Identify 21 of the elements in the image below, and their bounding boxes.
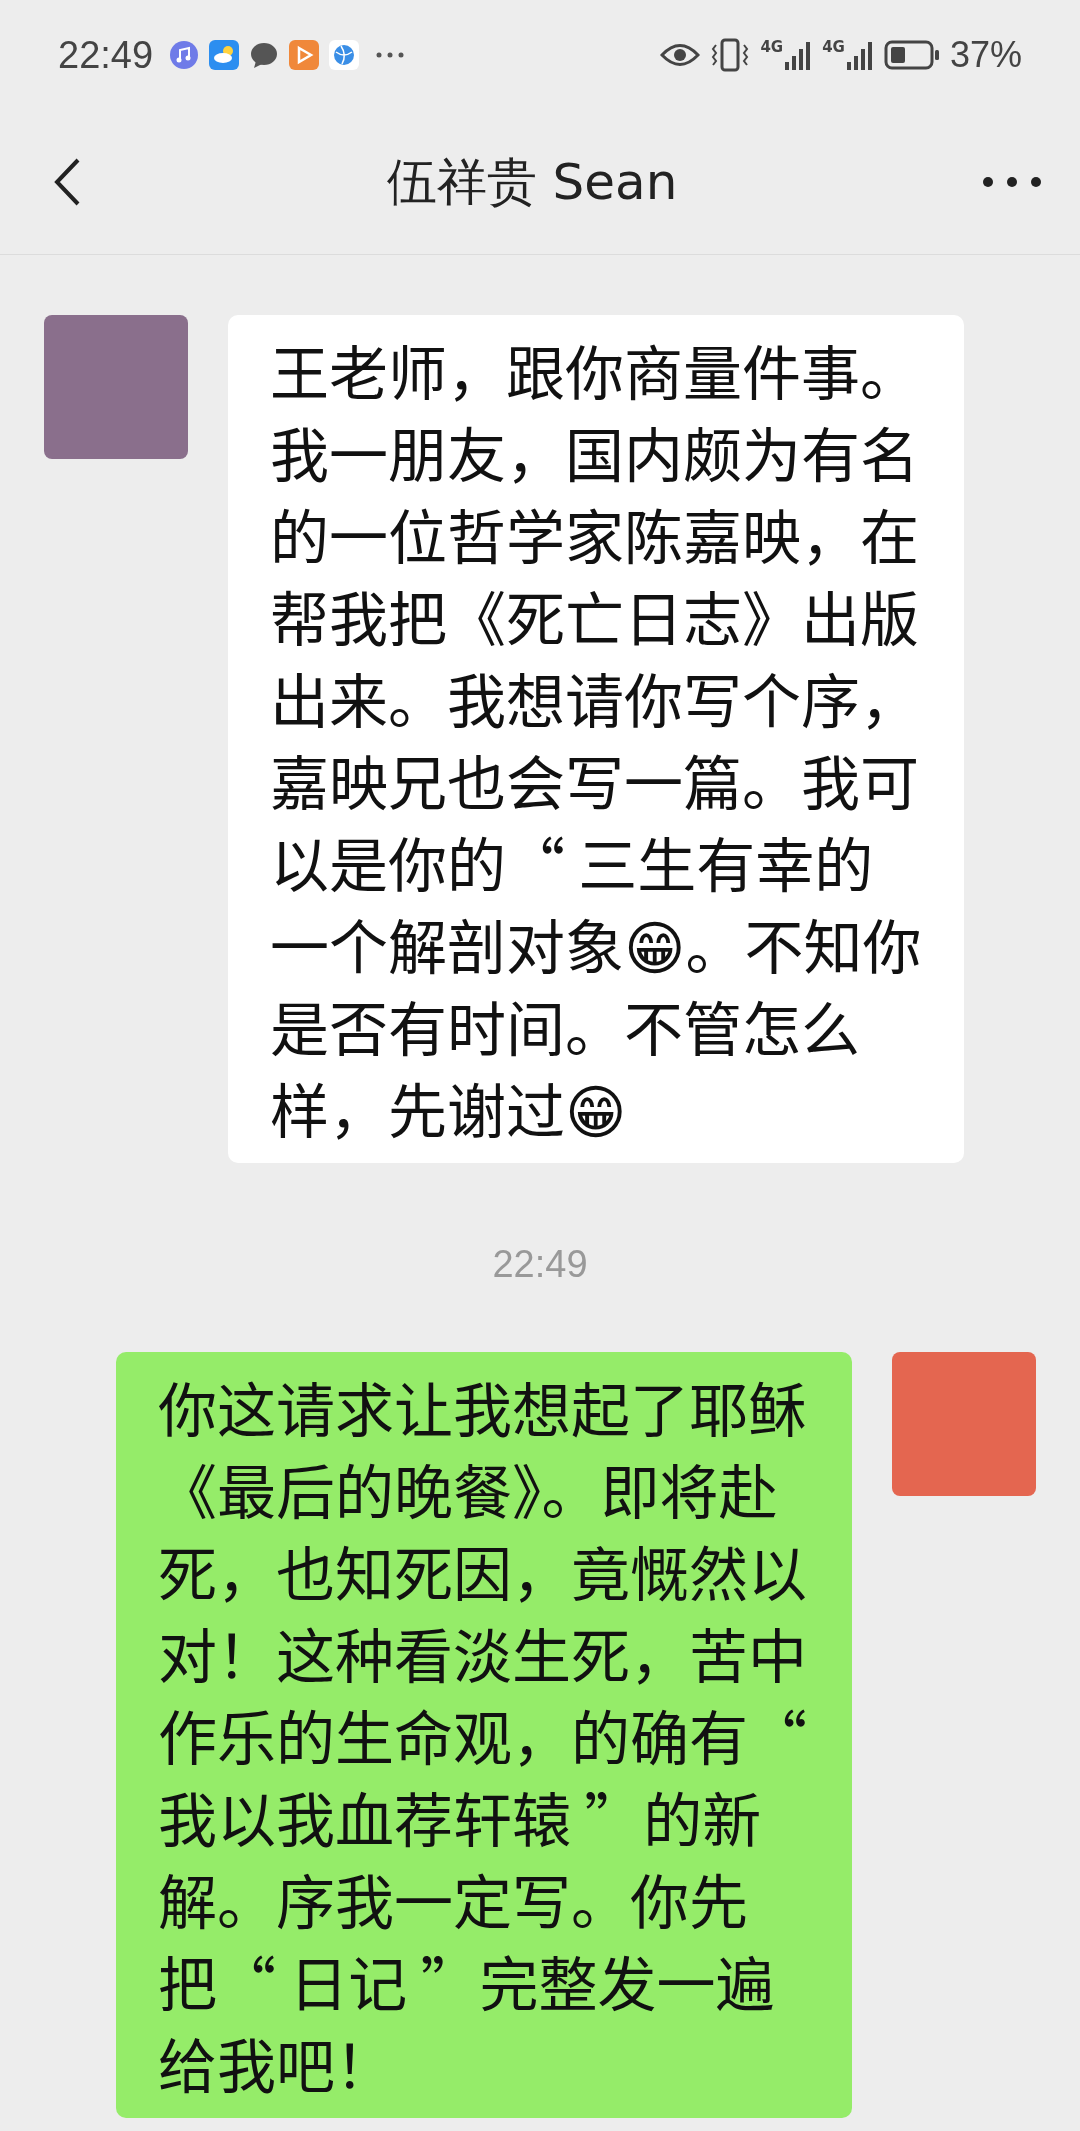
more-options-icon[interactable] <box>982 176 1042 188</box>
eye-icon <box>660 42 701 68</box>
network-type-label: 4G <box>822 40 845 55</box>
back-icon[interactable] <box>52 157 82 207</box>
music-note-icon <box>169 40 200 70</box>
battery-percentage: 37% <box>949 34 1022 76</box>
message-bubble: 你这请求让我想起了耶稣《最后的晚餐》。即将赴死，也知死因，竟慨然以对！这种看淡生死，苦中作乐的生命观，的确有“ 我以我血荐轩辕 ”的新解。序我一定写。你先把“ 日记 ”完整发一遍给我吧！ <box>116 1352 852 2118</box>
chat-title: 伍祥贵 Sean <box>386 151 678 213</box>
message-bubble: 王老师，跟你商量件事。我一朋友，国内颇为有名的一位哲学家陈嘉映，在帮我把《死亡日志》出版出来。我想请你写个序，嘉映兄也会写一篇。我可以是你的“ 三生有幸的一个解剖对象😁。不知你是否有时间。不管怎么样，先谢过😁 <box>228 315 964 1163</box>
battery-icon <box>883 40 940 70</box>
signal-icon <box>784 40 813 70</box>
signal-icon <box>845 40 874 70</box>
play-icon <box>289 40 320 70</box>
more-icon <box>375 51 406 59</box>
status-time: 22:49 <box>58 33 154 77</box>
chat-bubble-icon <box>249 40 280 70</box>
vibrate-icon <box>710 37 751 73</box>
weather-icon <box>209 40 240 70</box>
message-timestamp: 22:49 <box>492 1243 588 1286</box>
globe-icon <box>329 40 360 70</box>
network-type-label: 4G <box>760 40 784 55</box>
